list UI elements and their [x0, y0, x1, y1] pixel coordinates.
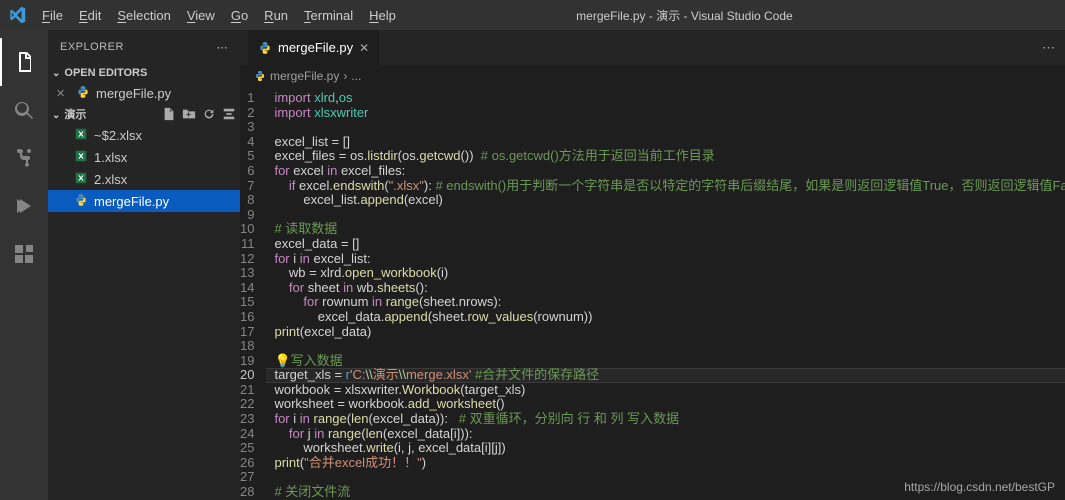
close-icon[interactable]: ✕ [56, 87, 65, 100]
folder-section[interactable]: ⌄ 演示 [48, 104, 240, 124]
activity-run-icon[interactable] [0, 182, 48, 230]
file-list: ~$2.xlsx 1.xlsx 2.xlsx mergeFile.py [48, 124, 240, 212]
breadcrumb-more: ... [351, 69, 361, 83]
folder-name: 演示 [64, 109, 86, 121]
sidebar: EXPLORER ⋯ ⌄ OPEN EDITORS ✕ mergeFile.py… [48, 30, 240, 500]
chevron-down-icon: ⌄ [52, 110, 60, 121]
open-editor-file[interactable]: ✕ mergeFile.py [48, 82, 240, 104]
activity-explorer-icon[interactable] [0, 38, 48, 86]
menu-terminal[interactable]: Terminal [296, 0, 361, 30]
sidebar-header: EXPLORER ⋯ [48, 30, 240, 64]
code-editor[interactable]: 1234567891011121314151617181920212223242… [240, 87, 1065, 500]
open-editors-label: OPEN EDITORS [64, 67, 147, 79]
file-name: mergeFile.py [94, 194, 169, 209]
folder-actions [162, 107, 236, 121]
tab-bar: mergeFile.py ✕ ⋯ [240, 30, 1065, 65]
new-file-icon[interactable] [162, 107, 176, 121]
breadcrumb-file: mergeFile.py [270, 69, 339, 83]
open-editor-filename: mergeFile.py [96, 86, 171, 101]
activity-scm-icon[interactable] [0, 134, 48, 182]
excel-file-icon [74, 149, 90, 165]
file-item[interactable]: mergeFile.py [48, 190, 240, 212]
activitybar [0, 30, 48, 500]
excel-file-icon [74, 127, 90, 143]
main-area: EXPLORER ⋯ ⌄ OPEN EDITORS ✕ mergeFile.py… [0, 30, 1065, 500]
menu-run[interactable]: Run [256, 0, 296, 30]
code-content[interactable]: import xlrd,osimport xlsxwriter excel_li… [266, 87, 1065, 500]
python-file-icon [258, 41, 272, 55]
breadcrumb-sep: › [343, 69, 347, 83]
explorer-label: EXPLORER [60, 41, 124, 53]
file-item[interactable]: 2.xlsx [48, 168, 240, 190]
more-icon[interactable]: ⋯ [1042, 40, 1055, 56]
editor-area: mergeFile.py ✕ ⋯ mergeFile.py › ... 1234… [240, 30, 1065, 500]
new-folder-icon[interactable] [182, 107, 196, 121]
activity-search-icon[interactable] [0, 86, 48, 134]
window-title: mergeFile.py - 演示 - Visual Studio Code [404, 7, 965, 24]
file-item[interactable]: ~$2.xlsx [48, 124, 240, 146]
menu-view[interactable]: View [179, 0, 223, 30]
python-file-icon [254, 70, 266, 82]
file-name: 1.xlsx [94, 150, 127, 165]
excel-file-icon [74, 171, 90, 187]
vscode-logo-icon [0, 6, 34, 24]
menubar: FileEditSelectionViewGoRunTerminalHelp m… [0, 0, 1065, 30]
activity-extensions-icon[interactable] [0, 230, 48, 278]
file-name: ~$2.xlsx [94, 128, 142, 143]
breadcrumb[interactable]: mergeFile.py › ... [240, 65, 1065, 87]
python-file-icon [76, 85, 92, 101]
line-numbers: 1234567891011121314151617181920212223242… [240, 87, 266, 500]
more-icon[interactable]: ⋯ [217, 41, 229, 54]
collapse-icon[interactable] [222, 107, 236, 121]
menu-go[interactable]: Go [223, 0, 256, 30]
open-editors-section[interactable]: ⌄ OPEN EDITORS [48, 64, 240, 82]
menu-file[interactable]: File [34, 0, 71, 30]
close-tab-icon[interactable]: ✕ [359, 41, 369, 55]
file-name: 2.xlsx [94, 172, 127, 187]
tab-label: mergeFile.py [278, 40, 353, 55]
menu-edit[interactable]: Edit [71, 0, 109, 30]
menu-items: FileEditSelectionViewGoRunTerminalHelp [34, 0, 404, 30]
tab-mergefile[interactable]: mergeFile.py ✕ [248, 30, 380, 65]
tab-actions: ⋯ [1042, 30, 1065, 65]
refresh-icon[interactable] [202, 107, 216, 121]
menu-selection[interactable]: Selection [109, 0, 178, 30]
chevron-down-icon: ⌄ [52, 68, 60, 79]
file-item[interactable]: 1.xlsx [48, 146, 240, 168]
python-file-icon [74, 193, 90, 209]
menu-help[interactable]: Help [361, 0, 404, 30]
